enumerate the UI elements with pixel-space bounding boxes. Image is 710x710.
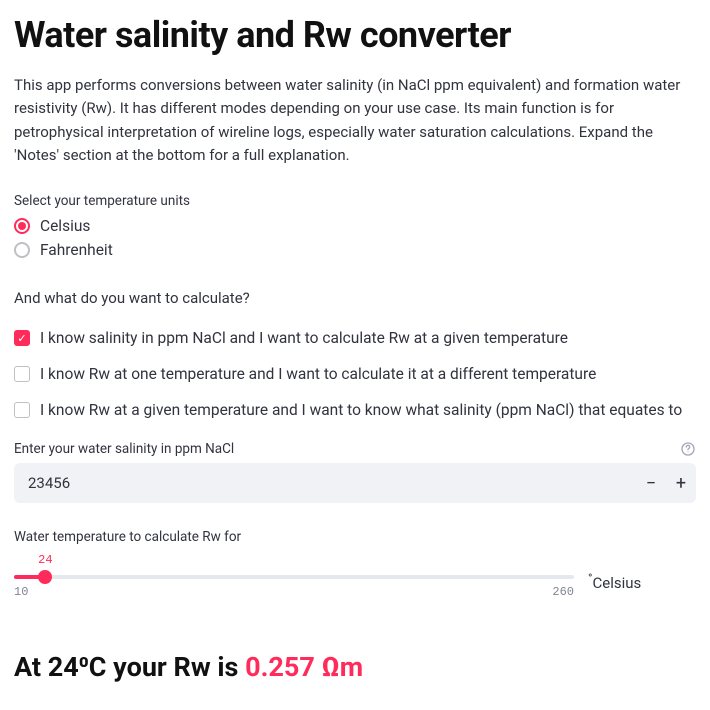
radio-icon [14,242,30,258]
radio-fahrenheit[interactable]: Fahrenheit [14,241,696,259]
calc-question: And what do you want to calculate? [14,289,696,307]
check-opt-rw-temp-convert[interactable]: I know Rw at one temperature and I want … [14,365,696,383]
slider-thumb[interactable] [38,570,52,584]
result-heading: At 24⁰C your Rw is 0.257 Ωm [14,651,696,683]
temp-units-label: Select your temperature units [14,193,696,209]
salinity-input-wrap: − + [14,463,696,503]
slider-min: 10 [14,585,28,599]
check-label: I know salinity in ppm NaCl and I want t… [40,329,568,347]
slider-unit-label: °Celsius [588,561,641,592]
calc-options-group: ✓ I know salinity in ppm NaCl and I want… [14,329,696,419]
salinity-input[interactable] [14,463,636,503]
result-prefix: At 24⁰C your Rw is [14,651,245,683]
slider-value-tag: 24 [38,553,52,567]
check-opt-salinity-to-rw[interactable]: ✓ I know salinity in ppm NaCl and I want… [14,329,696,347]
checkbox-icon [14,366,30,382]
radio-label: Celsius [40,217,90,235]
check-label: I know Rw at one temperature and I want … [40,365,596,383]
temp-slider[interactable]: 24 10 260 [14,553,574,599]
radio-celsius[interactable]: Celsius [14,217,696,235]
intro-text: This app performs conversions between wa… [14,74,696,167]
slider-max: 260 [552,585,574,599]
radio-label: Fahrenheit [40,241,113,259]
check-label: I know Rw at a given temperature and I w… [40,401,682,419]
slider-track [14,575,574,579]
help-icon[interactable] [680,441,696,457]
salinity-input-label: Enter your water salinity in ppm NaCl [14,441,234,457]
checkbox-icon: ✓ [14,330,30,346]
temp-slider-label: Water temperature to calculate Rw for [14,529,696,545]
temp-units-radio-group: Celsius Fahrenheit [14,217,696,259]
decrement-button[interactable]: − [636,463,666,503]
radio-icon [14,218,30,234]
increment-button[interactable]: + [666,463,696,503]
result-value: 0.257 Ωm [245,651,363,683]
checkbox-icon [14,402,30,418]
page-title: Water salinity and Rw converter [14,14,696,56]
check-opt-rw-to-salinity[interactable]: I know Rw at a given temperature and I w… [14,401,696,419]
